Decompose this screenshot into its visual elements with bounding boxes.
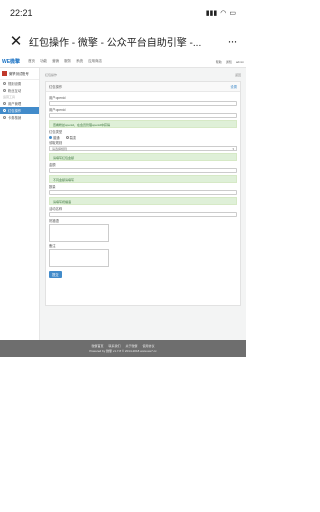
field-label: 活动名称 bbox=[49, 207, 63, 211]
field-label: 用户openid bbox=[49, 108, 66, 112]
field-label: 备注 bbox=[49, 244, 56, 248]
field-label: 祝福语 bbox=[49, 219, 59, 223]
redpacket-form: 用户openid 用户openid 查看粉丝openid，在会员管理openid… bbox=[46, 92, 240, 280]
footer: 微擎首页 联系我们 关于微擎 使用协议 Powered by 微擎 v1.7.8… bbox=[0, 340, 246, 357]
back-link[interactable]: 返回 bbox=[235, 73, 241, 77]
activity-input[interactable] bbox=[49, 212, 237, 217]
battery-icon: ▭ bbox=[229, 10, 236, 17]
copyright: Powered by 微擎 v1.7.8 © 2014-2018 www.we7… bbox=[89, 349, 157, 353]
nav-link[interactable]: 功能 bbox=[40, 59, 47, 64]
browser-title-bar: ✕ 红包操作 - 微擎 - 公众平台自助引擎 -... ··· bbox=[0, 26, 246, 56]
footer-link[interactable]: 微擎首页 bbox=[91, 344, 103, 348]
user-menu[interactable]: admin bbox=[236, 60, 244, 64]
remark-textarea[interactable] bbox=[49, 249, 109, 267]
field-label: 金额 bbox=[49, 163, 56, 167]
field-label: 数量 bbox=[49, 185, 56, 189]
openid-input[interactable] bbox=[49, 101, 237, 106]
submit-button[interactable]: 提交 bbox=[49, 271, 62, 278]
help-link[interactable]: 帮助 bbox=[216, 60, 222, 64]
nav-link[interactable]: 首页 bbox=[28, 59, 35, 64]
status-time: 22:21 bbox=[10, 8, 33, 18]
nav-link[interactable]: 服务 bbox=[64, 59, 71, 64]
chevron-down-icon: ▾ bbox=[232, 146, 234, 151]
wish-textarea[interactable] bbox=[49, 224, 109, 242]
top-nav: WE微擎 首页 功能 营销 服务 系统 应用商店 帮助 通知 admin bbox=[0, 56, 246, 68]
wifi-icon: ◠ bbox=[220, 10, 227, 17]
close-icon[interactable]: ✕ bbox=[6, 32, 26, 50]
panel-title: 红包操作 bbox=[49, 85, 63, 89]
web-page: WE微擎 首页 功能 营销 服务 系统 应用商店 帮助 通知 admin 微擎测… bbox=[0, 56, 246, 344]
rule-select[interactable]: 请选择规则 ▾ bbox=[49, 146, 237, 151]
circle-icon bbox=[3, 109, 6, 112]
circle-icon bbox=[3, 89, 6, 92]
sidebar-item-users[interactable]: 用户管理 bbox=[0, 100, 39, 107]
circle-icon bbox=[3, 82, 6, 85]
nav-link[interactable]: 营销 bbox=[52, 59, 59, 64]
notice-link[interactable]: 通知 bbox=[226, 60, 232, 64]
account-switcher[interactable]: 微擎测试账号 bbox=[0, 68, 39, 80]
panel-settings-link[interactable]: 设置 bbox=[230, 84, 237, 89]
circle-icon bbox=[3, 102, 6, 105]
openid-confirm-input[interactable] bbox=[49, 113, 237, 118]
form-panel: 红包操作 设置 用户openid 用户openid 查看粉丝openid，在会员… bbox=[45, 81, 241, 306]
help-tip: 查看粉丝openid，在会员管理openid中获得 bbox=[49, 120, 237, 128]
field-label: 用户openid bbox=[49, 96, 66, 100]
field-label: 红包类型 bbox=[49, 130, 63, 134]
footer-link[interactable]: 联系我们 bbox=[108, 344, 120, 348]
type-radio-group: 普通 裂变 bbox=[49, 135, 237, 140]
help-tip: 请填写祝福语 bbox=[49, 197, 237, 205]
radio-selected-icon bbox=[49, 135, 52, 139]
account-name: 微擎测试账号 bbox=[9, 72, 29, 76]
status-bar: 22:21 ▮▮▮ ◠ ▭ bbox=[0, 0, 246, 26]
sidebar-item-coupons[interactable]: 卡券核销 bbox=[0, 114, 39, 121]
amount-input[interactable] bbox=[49, 168, 237, 173]
signal-icon: ▮▮▮ bbox=[205, 10, 218, 17]
sidebar-item-rules[interactable]: 规则设置 bbox=[0, 80, 39, 87]
help-tip: 请填写红包金额 bbox=[49, 153, 237, 161]
nav-link[interactable]: 系统 bbox=[76, 59, 83, 64]
account-avatar bbox=[2, 71, 7, 76]
sidebar-item-redpacket[interactable]: 红包操作 bbox=[0, 107, 39, 114]
main-content: 红包操作 返回 红包操作 设置 用户openid 用户openid 查看粉丝op… bbox=[45, 73, 241, 306]
page-title: 红包操作 - 微擎 - 公众平台自助引擎 -... bbox=[29, 37, 202, 49]
radio-icon bbox=[65, 135, 69, 139]
circle-icon bbox=[3, 116, 6, 119]
more-icon[interactable]: ··· bbox=[224, 34, 240, 48]
footer-link[interactable]: 关于微擎 bbox=[126, 344, 138, 348]
section-heading: 红包操作 bbox=[45, 73, 58, 77]
field-label: 领取规则 bbox=[49, 141, 63, 145]
count-input[interactable] bbox=[49, 190, 237, 195]
help-tip: 不同金额请填写 bbox=[49, 175, 237, 183]
nav-links: 首页 功能 营销 服务 系统 应用商店 bbox=[28, 59, 102, 64]
footer-link[interactable]: 使用协议 bbox=[143, 344, 155, 348]
nav-link[interactable]: 应用商店 bbox=[88, 59, 102, 64]
sidebar: 微擎测试账号 规则设置 粉丝互动 运营工具 用户管理 红包操作 卡券核销 bbox=[0, 68, 40, 344]
sidebar-item-fans[interactable]: 粉丝互动 bbox=[0, 87, 39, 94]
logo[interactable]: WE微擎 bbox=[2, 58, 20, 65]
